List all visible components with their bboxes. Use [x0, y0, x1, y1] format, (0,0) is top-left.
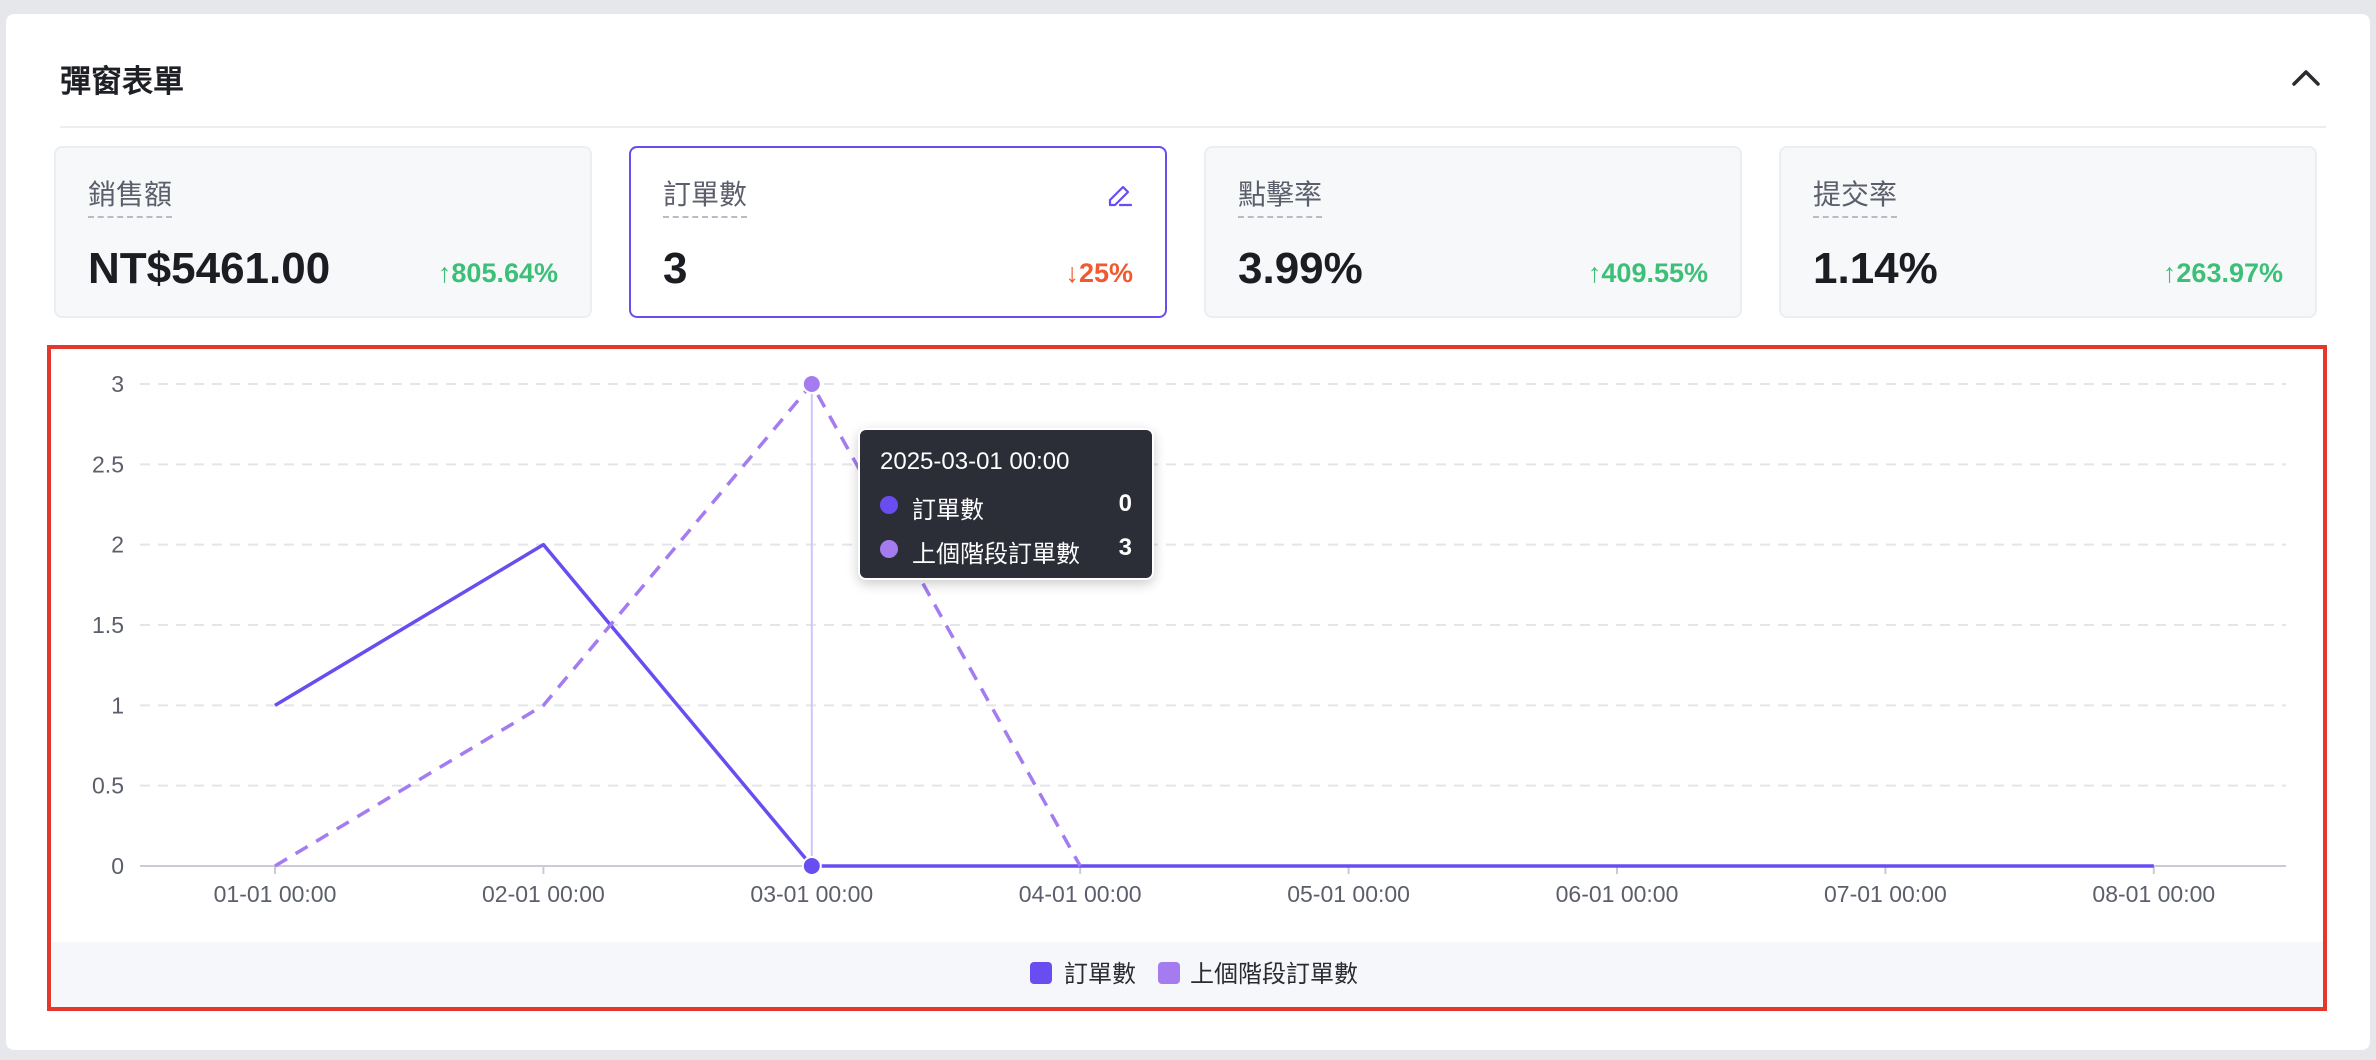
chart-highlight-frame [47, 345, 2327, 1011]
tooltip-series-name: 上個階段訂單數 [912, 541, 1080, 568]
series-dot-icon [880, 540, 898, 558]
chart-tooltip: 2025-03-01 00:00 訂單數 0 上個階段訂單數 3 [858, 428, 1154, 580]
series-dot-icon [880, 496, 898, 514]
tooltip-series-value: 0 [1118, 490, 1132, 517]
tooltip-series-name: 訂單數 [912, 497, 984, 524]
tooltip-series-value: 3 [1118, 534, 1132, 561]
tooltip-title: 2025-03-01 00:00 [880, 448, 1070, 475]
tooltip-row-current: 訂單數 0 [880, 490, 1132, 524]
tooltip-row-previous: 上個階段訂單數 3 [880, 534, 1132, 568]
